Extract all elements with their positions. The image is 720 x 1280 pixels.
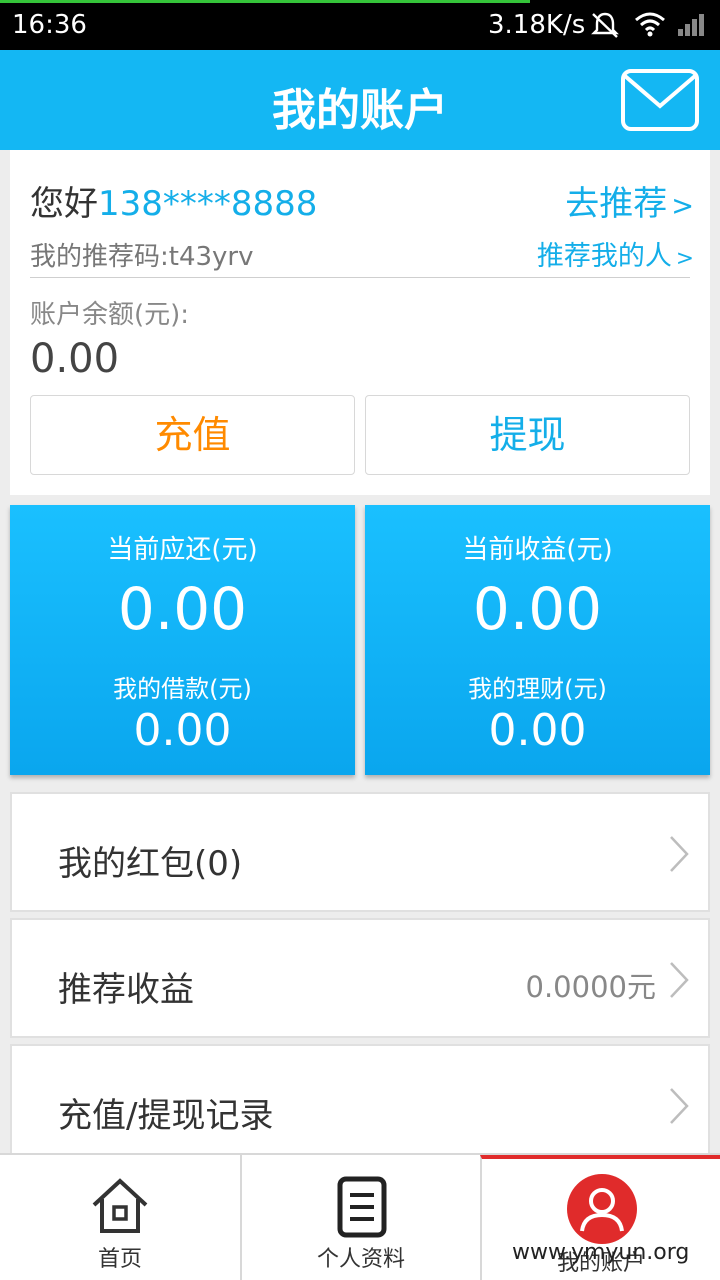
greeting: 您好138****8888 (30, 176, 317, 225)
status-bar: 16:36 3.18K/s (0, 0, 720, 50)
wifi-icon (635, 12, 665, 37)
income-invest-card[interactable]: 当前收益(元) 0.00 我的理财(元) 0.00 (365, 505, 710, 775)
user-icon (567, 1174, 637, 1244)
menu-item-label: 我的红包(0) (58, 844, 243, 884)
chevron-right-icon: > (675, 246, 694, 271)
menu-item-referral-income[interactable]: 推荐收益 0.0000元 (10, 918, 710, 1038)
signal-icon (678, 14, 704, 36)
watermark-text: www.ymyun.org (512, 1240, 690, 1265)
withdraw-button[interactable]: 提现 (365, 395, 690, 475)
current-income-value: 0.00 (472, 575, 603, 643)
my-loan-label: 我的借款(元) (113, 675, 252, 703)
current-income-label: 当前收益(元) (462, 535, 613, 565)
my-referrer-link[interactable]: 推荐我的人 > (537, 234, 694, 273)
document-icon (337, 1176, 387, 1238)
my-loan-value: 0.00 (133, 705, 232, 756)
balance-value: 0.00 (30, 336, 120, 382)
balance-label: 账户余额(元): (30, 300, 190, 330)
chevron-right-icon (670, 836, 689, 872)
chevron-right-icon: > (671, 191, 694, 222)
mute-bell-icon (591, 12, 619, 38)
home-icon (92, 1178, 148, 1233)
menu-item-red-packets[interactable]: 我的红包(0) (10, 792, 710, 912)
menu-item-label: 充值/提现记录 (58, 1096, 274, 1136)
network-speed: 3.18K/s (488, 10, 586, 40)
mail-icon[interactable] (620, 68, 700, 132)
recommend-link[interactable]: 去推荐 > (565, 176, 694, 225)
repay-loan-card[interactable]: 当前应还(元) 0.00 我的借款(元) 0.00 (10, 505, 355, 775)
referral-code: 我的推荐码:t43yrv (30, 242, 254, 272)
current-due-label: 当前应还(元) (107, 535, 258, 565)
status-time: 16:36 (12, 10, 87, 40)
recommend-link-label: 去推荐 (565, 184, 668, 224)
account-panel: 您好138****8888 去推荐 > 我的推荐码:t43yrv 推荐我的人 > 账… (10, 150, 710, 495)
my-investment-value: 0.00 (488, 705, 587, 756)
menu-item-label: 推荐收益 (58, 970, 194, 1010)
divider (30, 277, 690, 278)
bottom-tab-bar: 首页 个人资料 我的账户 www.ymyun.org (0, 1153, 720, 1280)
chevron-right-icon (670, 962, 689, 998)
tab-label: 首页 (97, 1247, 142, 1272)
title-bar: 我的账户 (0, 50, 720, 150)
greeting-text: 您好 (30, 184, 98, 224)
my-referrer-link-label: 推荐我的人 (536, 241, 672, 272)
tab-label: 个人资料 (316, 1247, 405, 1272)
tab-home[interactable]: 首页 (0, 1155, 240, 1280)
loading-progress-line (0, 0, 530, 3)
page-title: 我的账户 (272, 85, 448, 136)
referral-income-value: 0.0000元 (525, 970, 656, 1004)
my-investment-label: 我的理财(元) (468, 675, 607, 703)
user-phone: 138****8888 (98, 184, 318, 224)
chevron-right-icon (670, 1088, 689, 1124)
recharge-button[interactable]: 充值 (30, 395, 355, 475)
current-due-value: 0.00 (117, 575, 248, 643)
tab-profile[interactable]: 个人资料 (240, 1155, 480, 1280)
menu-item-transaction-records[interactable]: 充值/提现记录 (10, 1044, 710, 1164)
